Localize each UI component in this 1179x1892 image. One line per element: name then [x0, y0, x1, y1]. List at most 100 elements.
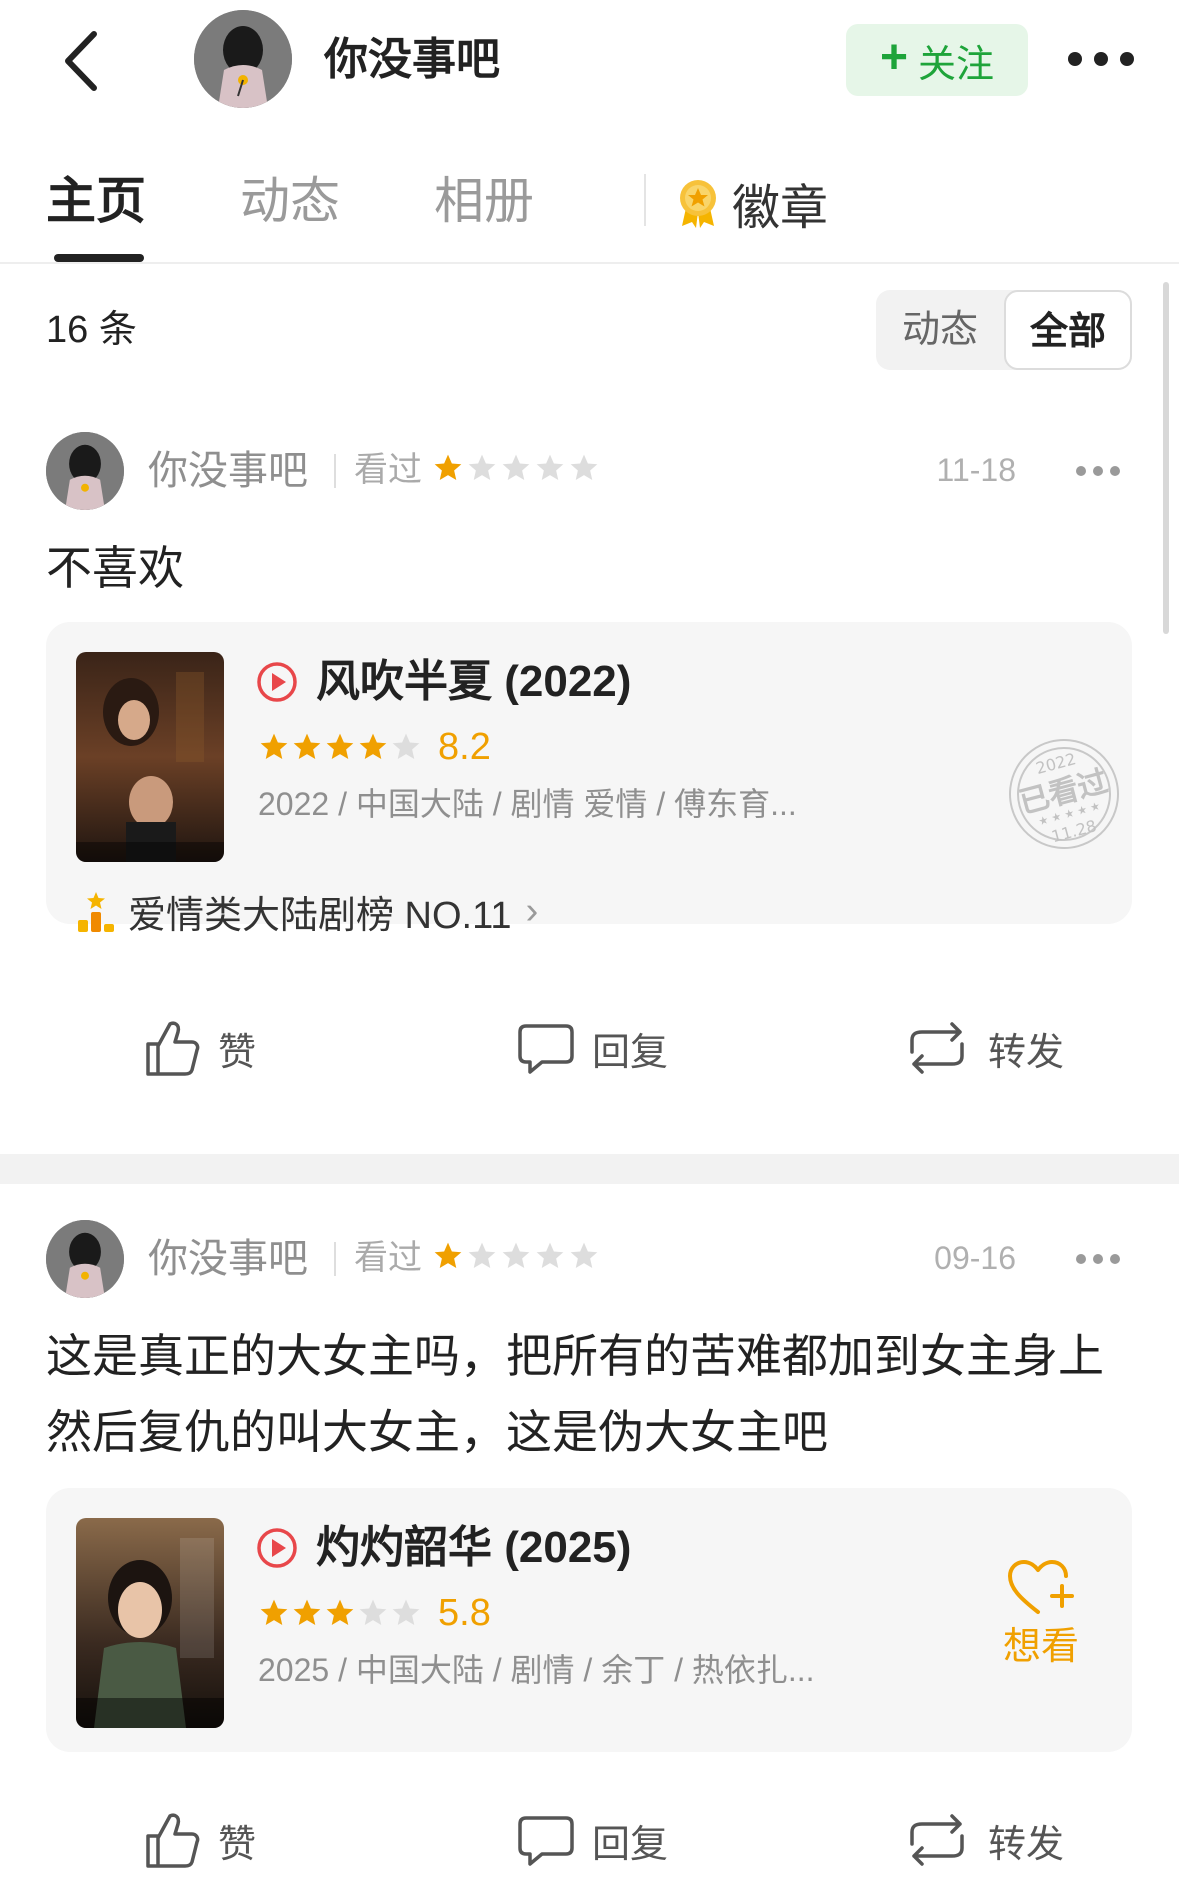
post-actions: 赞 回复 转发 [0, 1800, 1179, 1880]
watch-status: 看过 [354, 1239, 422, 1277]
movie-meta: 2022 / 中国大陆 / 剧情 爱情 / 傅东育... [258, 786, 797, 822]
movie-score: 5.8 [438, 1592, 491, 1634]
post-more-button[interactable] [1076, 464, 1120, 478]
tab-divider [644, 174, 646, 226]
top-bar: 你没事吧 + 关注 [0, 0, 1179, 124]
post-text: 不喜欢 [46, 542, 184, 594]
star-empty-icon [536, 454, 564, 480]
active-tab-indicator [54, 254, 144, 262]
ranking-podium-icon [78, 891, 114, 932]
movie-title: 灼灼韶华 (2025) [316, 1523, 632, 1572]
share-button[interactable]: 转发 [902, 1800, 1064, 1880]
tab-badges-label: 徽章 [732, 182, 829, 235]
watch-status: 看过 [354, 451, 422, 489]
movie-meta: 2025 / 中国大陆 / 剧情 / 余丁 / 热依扎... [258, 1652, 815, 1688]
follow-label: 关注 [918, 43, 995, 86]
star-empty-icon [468, 454, 496, 480]
avatar[interactable] [194, 10, 292, 108]
more-options-button[interactable] [1068, 46, 1134, 72]
back-button[interactable] [54, 26, 114, 96]
post-username[interactable]: 你没事吧 [148, 446, 308, 496]
movie-poster[interactable] [76, 652, 224, 862]
like-button[interactable]: 赞 [142, 1800, 256, 1880]
movie-score: 8.2 [438, 726, 491, 768]
reply-button[interactable]: 回复 [516, 1800, 668, 1880]
star-empty-icon [536, 1242, 564, 1268]
post-username[interactable]: 你没事吧 [148, 1234, 308, 1284]
share-button[interactable]: 转发 [902, 1008, 1064, 1088]
play-icon [257, 662, 297, 702]
comment-icon [518, 1816, 574, 1866]
star-filled-icon [293, 1599, 321, 1625]
movie-card[interactable]: 灼灼韶华 (2025) 5.8 2025 / 中国大陆 / 剧情 / 余丁 / … [46, 1488, 1132, 1752]
star-filled-icon [293, 733, 321, 759]
reply-label: 回复 [592, 1031, 669, 1074]
section-divider [0, 1154, 1179, 1184]
star-filled-icon [326, 733, 354, 759]
star-empty-icon [392, 1599, 420, 1625]
avatar[interactable] [46, 432, 124, 510]
movie-rating: 8.2 [258, 724, 491, 770]
profile-page: 你没事吧 + 关注 主页 动态 相册 徽章 16 条 动态 全部 你没事吧 看过… [0, 0, 1179, 1892]
want-to-watch-button[interactable]: 想看 [996, 1558, 1086, 1670]
star-empty-icon [392, 733, 420, 759]
repost-icon [910, 1814, 964, 1866]
share-label: 转发 [988, 1823, 1065, 1866]
user-rating-stars [432, 1240, 600, 1272]
plus-icon: + [879, 31, 908, 84]
filter-all[interactable]: 全部 [1004, 290, 1132, 370]
avatar[interactable] [46, 1220, 124, 1298]
movie-poster[interactable] [76, 1518, 224, 1728]
want-to-watch-label: 想看 [1002, 1626, 1079, 1668]
star-empty-icon [502, 1242, 530, 1268]
star-empty-icon [468, 1242, 496, 1268]
watched-stamp: 2022 已看过 ★ ★ ★ ★ ★ 11.28 [1004, 734, 1124, 854]
like-button[interactable]: 赞 [142, 1008, 256, 1088]
filter-segmented-control: 动态 全部 [876, 290, 1132, 370]
star-filled-icon [260, 733, 288, 759]
post-more-button[interactable] [1076, 1252, 1120, 1266]
movie-rating: 5.8 [258, 1590, 491, 1636]
reply-label: 回复 [592, 1823, 669, 1866]
ranking-link[interactable]: 爱情类大陆剧榜 NO.11 › [74, 884, 538, 939]
profile-tabs: 主页 动态 相册 徽章 [0, 124, 1179, 264]
tab-badges[interactable]: 徽章 [678, 168, 828, 238]
thumbs-up-icon [146, 1021, 200, 1076]
movie-card[interactable]: 风吹半夏 (2022) 8.2 2022 / 中国大陆 / 剧情 爱情 / 傅东… [46, 622, 1132, 937]
thumbs-up-icon [146, 1813, 200, 1868]
tab-activity[interactable]: 动态 [240, 170, 340, 232]
movie-rating-stars [258, 1597, 422, 1629]
filter-activity[interactable]: 动态 [876, 290, 1004, 370]
user-rating-stars [432, 452, 600, 484]
like-label: 赞 [218, 1031, 257, 1074]
like-label: 赞 [218, 1823, 257, 1866]
profile-name: 你没事吧 [324, 35, 500, 84]
movie-rating-stars [258, 731, 422, 763]
share-label: 转发 [988, 1031, 1065, 1074]
star-filled-icon [326, 1599, 354, 1625]
follow-button[interactable]: + 关注 [846, 24, 1028, 96]
movie-title: 风吹半夏 (2022) [316, 657, 632, 706]
tab-album[interactable]: 相册 [434, 170, 534, 232]
comment-icon [518, 1024, 574, 1074]
star-filled-icon [260, 1599, 288, 1625]
star-filled-icon [434, 454, 462, 480]
post-text: 这是真正的大女主吗，把所有的苦难都加到女主身上然后复仇的叫大女主，这是伪大女主吧 [46, 1330, 1104, 1458]
post-count: 16 条 [46, 309, 137, 351]
reply-button[interactable]: 回复 [516, 1008, 668, 1088]
repost-icon [910, 1022, 964, 1074]
star-empty-icon [570, 454, 598, 480]
divider [334, 454, 336, 488]
movie-title-row: 风吹半夏 (2022) [256, 654, 631, 710]
movie-title-row: 灼灼韶华 (2025) [256, 1520, 631, 1576]
chevron-right-icon: › [525, 890, 539, 932]
feed-post: 你没事吧 看过 09-16 这是真正的大女主吗，把所有的苦难都加到女主身上然后复… [0, 1218, 1179, 1892]
chevron-left-icon [65, 31, 97, 91]
divider [334, 1242, 336, 1276]
ranking-label: 爱情类大陆剧榜 NO.11 [128, 895, 512, 937]
tab-home[interactable]: 主页 [46, 170, 146, 232]
medal-icon [680, 180, 716, 228]
star-empty-icon [570, 1242, 598, 1268]
star-empty-icon [359, 1599, 387, 1625]
post-actions: 赞 回复 转发 [0, 1008, 1179, 1088]
